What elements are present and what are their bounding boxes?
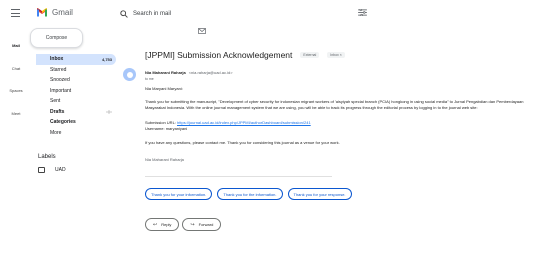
greeting: Nia Maryani Maryani: [145, 86, 183, 91]
smart-replies: Thank you for your information. Thank yo… [145, 188, 352, 200]
labels-heading: Labels [38, 154, 56, 160]
body-paragraph: Thank you for submitting the manuscript,… [145, 99, 524, 110]
submission-url-label: Submission URL: [145, 120, 176, 125]
message-subject-row: [JPPMI] Submission Acknowledgement Exter… [145, 50, 345, 60]
rail-spaces[interactable]: Spaces [3, 88, 29, 93]
sidebar-item-important[interactable]: Important [38, 86, 116, 97]
rail-chat[interactable]: Chat [3, 66, 29, 71]
sidebar-item-drafts[interactable]: Drafts [38, 107, 116, 118]
sidebar-item-label: Drafts [50, 108, 65, 115]
sidebar-item-label: Snoozed [50, 77, 70, 84]
rail-mail[interactable]: Mail [3, 43, 29, 48]
sidebar-item-label: Important [50, 87, 72, 94]
app-name: Gmail [52, 7, 73, 17]
sidebar-item-starred[interactable]: Starred [38, 65, 116, 76]
forward-button[interactable]: ↪ Forward [182, 218, 222, 231]
sidebar-item-label: Starred [50, 66, 67, 73]
mail-icon[interactable] [198, 28, 206, 34]
drafts-indicator-icon [106, 109, 112, 114]
search-input[interactable]: Search in mail [133, 11, 171, 17]
forward-label: Forward [198, 222, 214, 227]
top-bar: Gmail Search in mail [0, 0, 548, 28]
reply-button[interactable]: ↩ Reply [145, 218, 180, 231]
avatar[interactable] [123, 68, 136, 81]
inbox-badge[interactable]: Inbox × [327, 52, 345, 58]
compose-button[interactable]: Compose [30, 28, 83, 48]
search-icon[interactable] [120, 9, 128, 18]
signature: Nia Maharani Raharja [145, 157, 184, 162]
inbox-badge-label: Inbox [330, 53, 339, 57]
sidebar-item-more[interactable]: More [38, 128, 116, 139]
submission-url-link[interactable]: https://journal.uad.ac.id/index.php/JPPM… [177, 120, 311, 125]
sidebar-item-label: Inbox [50, 56, 64, 63]
reply-icon: ↩ [153, 221, 158, 228]
gmail-m-icon [37, 8, 47, 17]
rail-meet[interactable]: Meet [3, 111, 29, 116]
person-icon [126, 71, 133, 78]
search-bar[interactable]: Search in mail [120, 5, 380, 22]
label-name: UAD [55, 167, 66, 173]
sidebar-nav: Inbox 4,753 Starred Snoozed Important Se… [36, 54, 116, 139]
external-badge[interactable]: External [300, 52, 320, 58]
forward-icon: ↪ [190, 221, 195, 228]
sender-name[interactable]: Nia Maharani Raharja [145, 70, 186, 75]
sidebar-item-categories[interactable]: Categories [38, 117, 116, 128]
signature-divider [145, 176, 332, 177]
search-options-icon[interactable] [358, 9, 367, 16]
message-subject: [JPPMI] Submission Acknowledgement [145, 50, 293, 60]
body-paragraph: If you have any questions, please contac… [145, 140, 340, 145]
label-item-uad[interactable]: UAD [38, 167, 66, 173]
sidebar-item-snoozed[interactable]: Snoozed [38, 75, 116, 86]
smart-reply-button[interactable]: Thank you for your information. [145, 188, 213, 200]
smart-reply-button[interactable]: Thank you for your response. [287, 188, 352, 200]
username-label: Username: [145, 126, 165, 131]
remove-label-icon[interactable]: × [340, 53, 342, 57]
reply-label: Reply [161, 222, 172, 227]
main-menu-icon[interactable] [11, 9, 20, 17]
gmail-logo[interactable]: Gmail [36, 7, 73, 17]
sidebar-item-label: More [50, 129, 62, 136]
recipient-details[interactable]: to me [145, 77, 154, 81]
label-icon [38, 167, 45, 173]
username-line: Username: maryaniyani [145, 126, 543, 132]
sender-email: <nia.raharja@uad.ac.id> [188, 70, 233, 75]
username-value: maryaniyani [165, 126, 188, 131]
message-actions: ↩ Reply ↪ Forward [145, 218, 222, 231]
sidebar-item-sent[interactable]: Sent [38, 96, 116, 107]
smart-reply-button[interactable]: Thank you for the information. [217, 188, 283, 200]
unread-count: 4,753 [101, 56, 112, 62]
sidebar-item-label: Sent [50, 98, 61, 105]
sender-line: Nia Maharani Raharja <nia.raharja@uad.ac.… [145, 70, 233, 75]
sidebar-item-label: Categories [50, 119, 76, 126]
sidebar-item-inbox[interactable]: Inbox 4,753 [36, 54, 116, 65]
